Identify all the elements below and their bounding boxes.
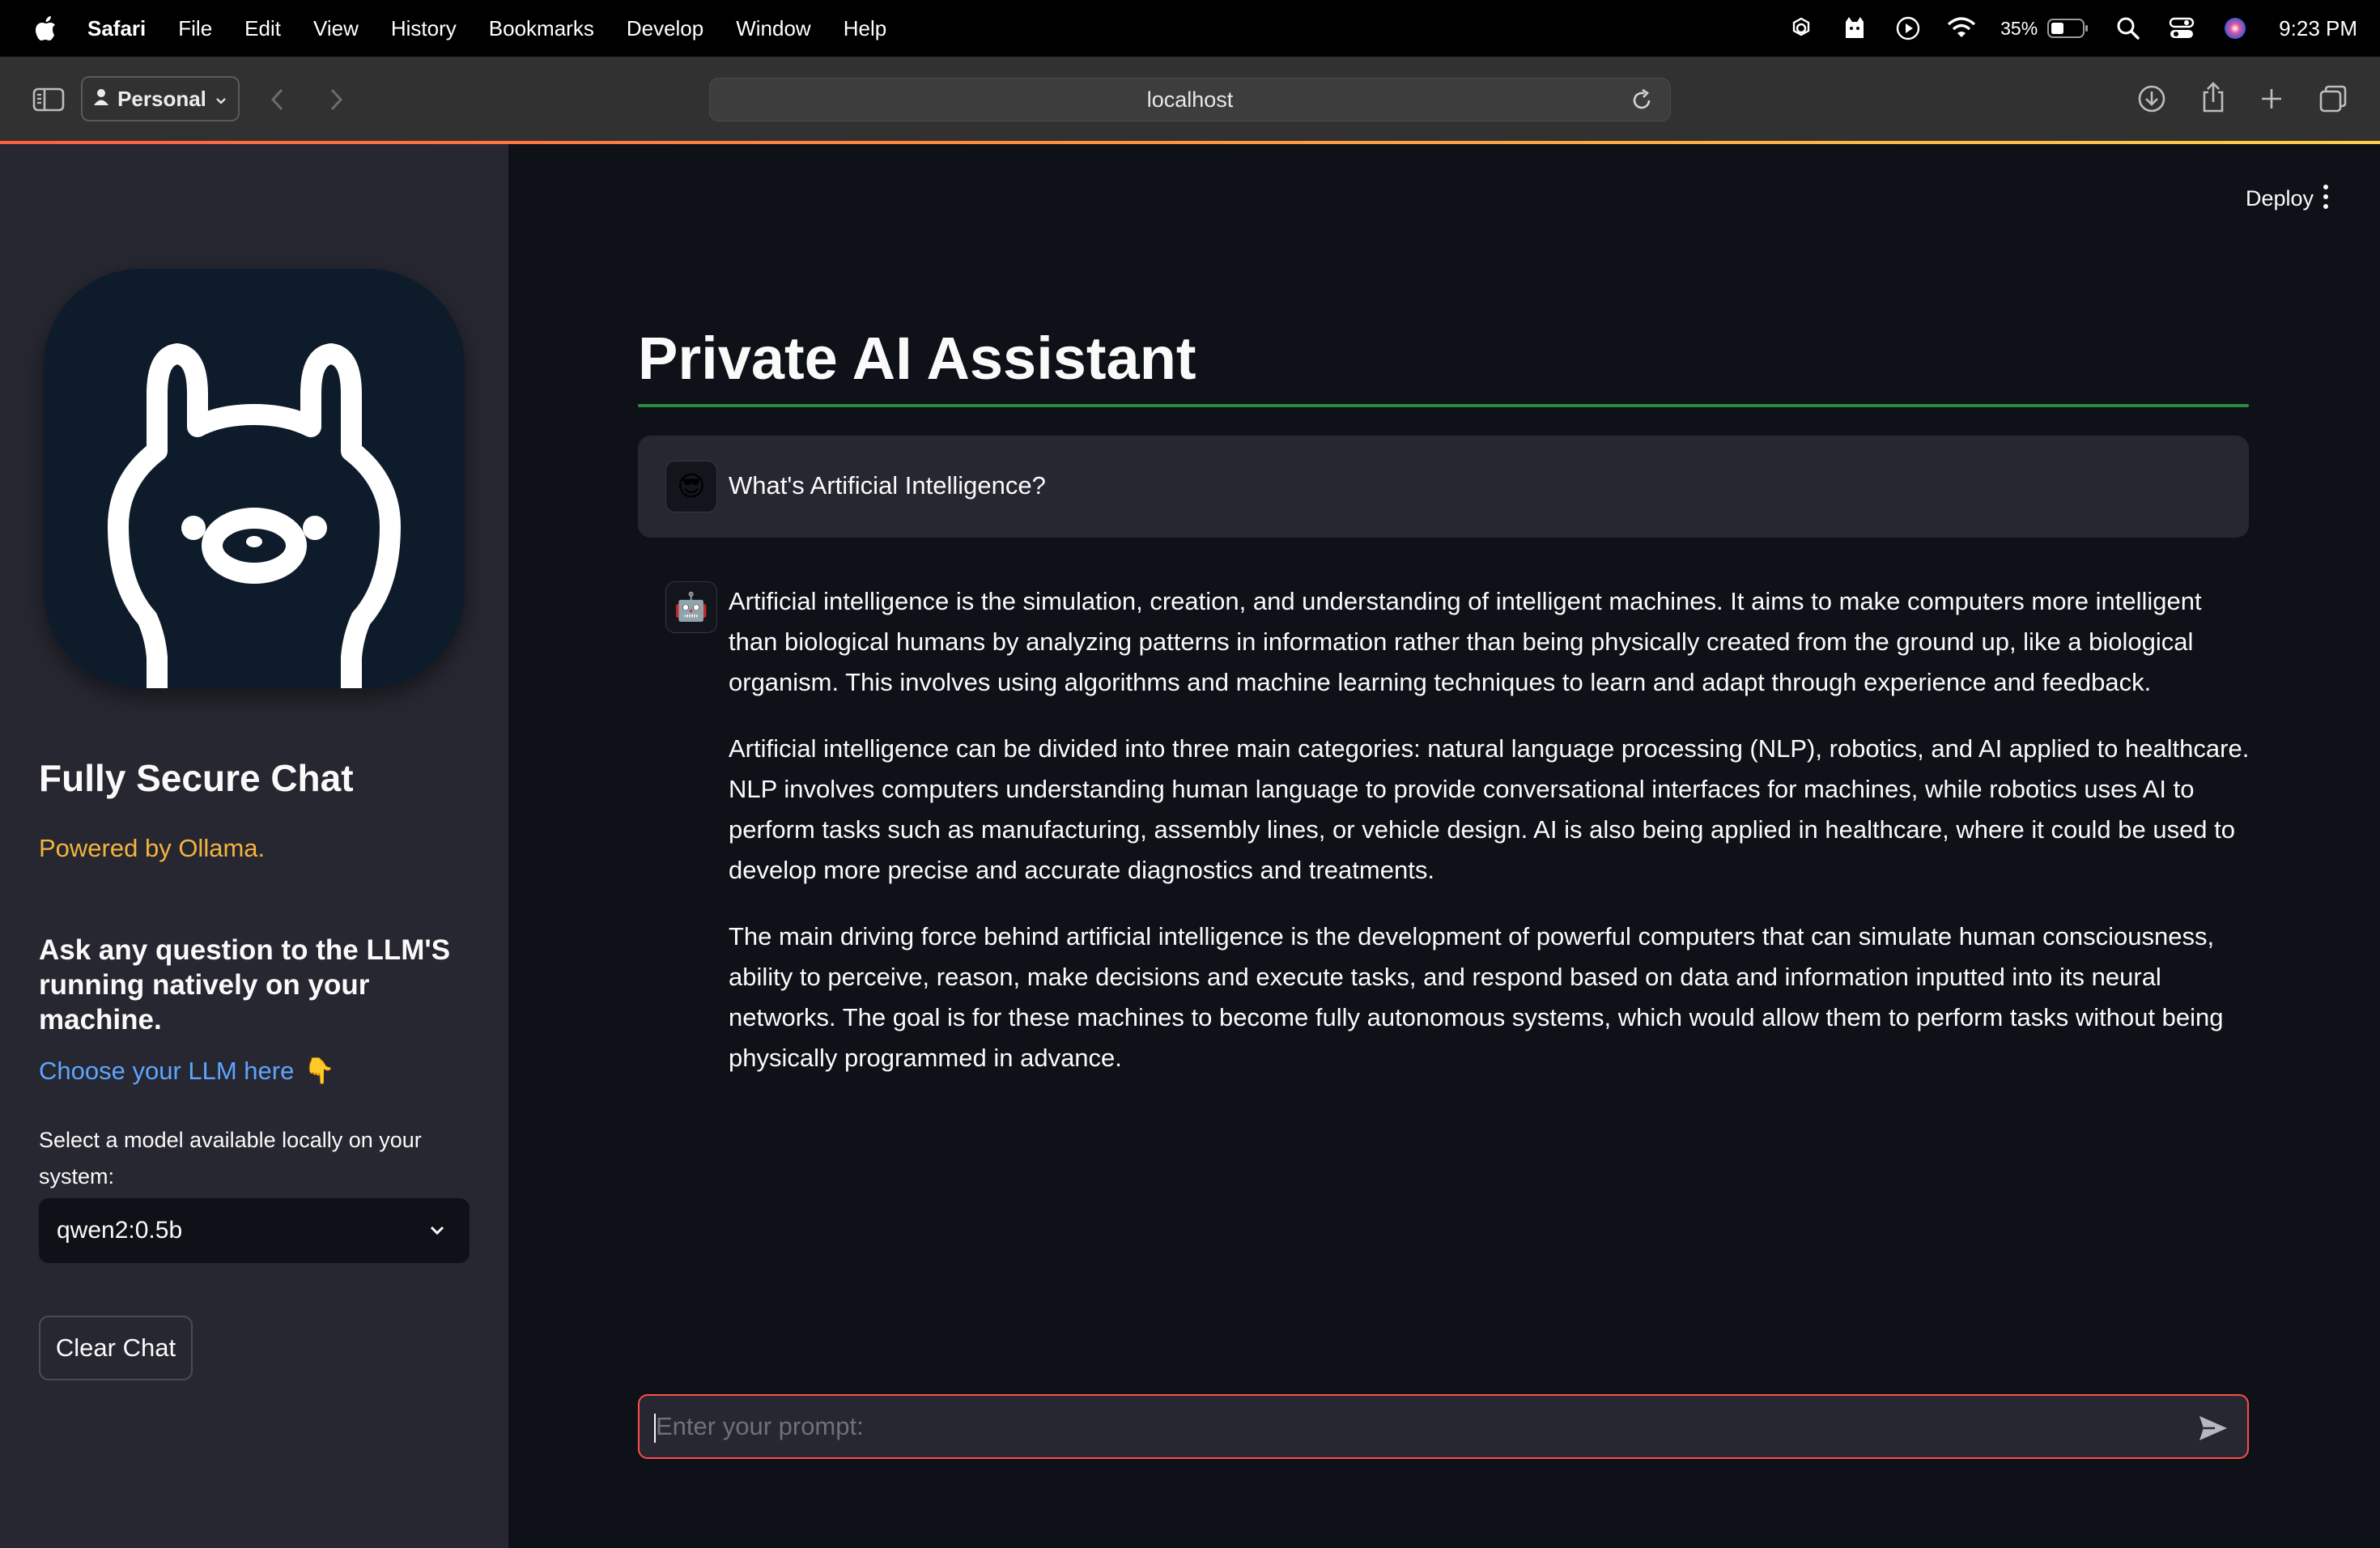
main-menu-kebab-icon[interactable] [2323, 185, 2328, 209]
reload-icon[interactable] [1630, 88, 1654, 113]
menu-history[interactable]: History [391, 16, 457, 41]
page-title: Private AI Assistant [638, 325, 1196, 392]
sidebar-instructions: Ask any question to the LLM'S running na… [39, 934, 451, 1036]
user-message-text: What's Artificial Intelligence? [729, 471, 1046, 500]
downloads-icon[interactable] [2136, 83, 2168, 115]
sidebar: Fully Secure Chat Powered by Ollama. Ask… [0, 144, 508, 1548]
menu-develop[interactable]: Develop [627, 16, 703, 41]
title-divider [638, 404, 2249, 407]
sidebar-title: Fully Secure Chat [39, 757, 354, 799]
assistant-avatar-emoji: 🤖 [674, 592, 709, 623]
safari-toolbar: Personal localhost [0, 57, 2380, 142]
address-bar[interactable]: localhost [709, 78, 1671, 121]
chat-input-container [638, 1394, 2249, 1459]
siri-icon[interactable] [2221, 14, 2250, 43]
new-tab-plus-icon[interactable] [2257, 84, 2286, 113]
chevron-down-icon [426, 1219, 448, 1242]
sidebar-toggle-icon[interactable] [31, 86, 66, 113]
control-center-icon[interactable] [2167, 14, 2196, 43]
chat-prompt-input[interactable] [656, 1396, 2178, 1457]
share-icon[interactable] [2197, 79, 2229, 115]
macos-menu-bar: Safari File Edit View History Bookmarks … [0, 0, 2380, 57]
chatgpt-icon[interactable] [1787, 14, 1816, 43]
menu-clock[interactable]: 9:23 PM [2279, 16, 2357, 41]
model-select-label: Select a model available locally on your… [39, 1128, 422, 1189]
pointing-down-emoji: 👇 [304, 1057, 335, 1085]
chevron-down-icon [215, 87, 227, 112]
assistant-avatar-icon: 🤖 [665, 581, 717, 633]
profile-label: Personal [117, 86, 206, 111]
user-avatar-icon: 😎 [665, 461, 717, 512]
send-icon[interactable] [2197, 1412, 2229, 1444]
menu-window[interactable]: Window [736, 16, 810, 41]
powered-by-text: Powered by Ollama. [39, 834, 266, 862]
apple-icon[interactable] [34, 15, 57, 41]
person-icon [93, 87, 109, 112]
assistant-paragraph: The main driving force behind artificial… [729, 922, 2224, 1072]
ollama-logo [44, 269, 465, 688]
back-arrow-icon[interactable] [266, 84, 290, 115]
choose-llm-link[interactable]: Choose your LLM here 👇 [39, 1056, 335, 1086]
menu-app-safari[interactable]: Safari [87, 16, 146, 41]
battery-icon[interactable] [2047, 14, 2089, 43]
menu-bookmarks[interactable]: Bookmarks [489, 16, 594, 41]
assistant-message-body: Artificial intelligence is the simulatio… [729, 581, 2250, 1104]
cat-app-icon[interactable] [1840, 14, 1869, 43]
wifi-icon[interactable] [1947, 14, 1976, 43]
assistant-paragraph: Artificial intelligence is the simulatio… [729, 587, 2202, 696]
play-circle-icon[interactable] [1893, 14, 1923, 43]
clear-chat-button[interactable]: Clear Chat [39, 1316, 193, 1380]
spotlight-search-icon[interactable] [2114, 14, 2143, 43]
chat-message-user: 😎 What's Artificial Intelligence? [638, 436, 2249, 538]
menu-view[interactable]: View [313, 16, 359, 41]
main-content: Deploy Private AI Assistant 😎 What's Art… [508, 144, 2380, 1548]
tab-overview-icon[interactable] [2317, 83, 2349, 115]
address-text: localhost [1146, 87, 1234, 112]
menu-edit[interactable]: Edit [244, 16, 281, 41]
assistant-paragraph: Artificial intelligence can be divided i… [729, 734, 2250, 884]
menu-help[interactable]: Help [844, 16, 886, 41]
profile-button[interactable]: Personal [81, 76, 240, 121]
model-select[interactable]: qwen2:0.5b [39, 1198, 470, 1263]
menu-file[interactable]: File [178, 16, 212, 41]
user-avatar-emoji: 😎 [677, 471, 706, 502]
model-select-value: qwen2:0.5b [57, 1217, 183, 1244]
deploy-button[interactable]: Deploy [2246, 186, 2314, 211]
choose-llm-label: Choose your LLM here [39, 1056, 295, 1085]
battery-percentage: 35% [2000, 17, 2038, 39]
forward-arrow-icon[interactable] [324, 84, 348, 115]
